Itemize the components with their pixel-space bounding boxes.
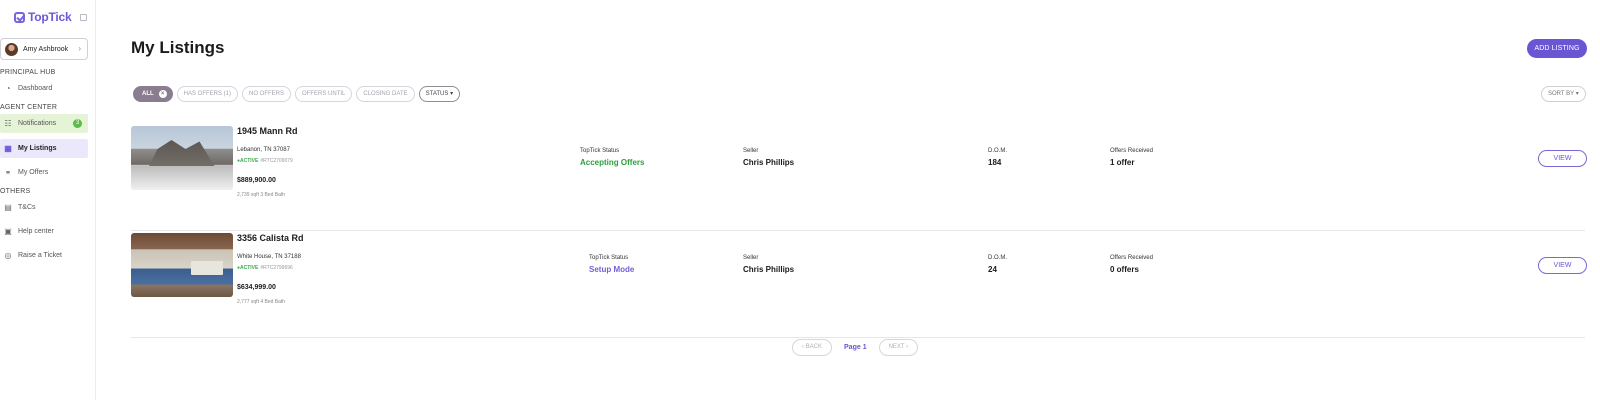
- seller-label: Seller: [743, 255, 759, 261]
- notification-count-badge: 3: [73, 119, 82, 128]
- active-status-tag: ●ACTIVE: [237, 158, 259, 164]
- row-divider: [131, 337, 1585, 338]
- sidebar-item-label: My Offers: [18, 169, 49, 176]
- listing-specs: 2,777 sqft 4 Bed Bath: [237, 299, 286, 305]
- sidebar-item-raise-ticket[interactable]: ◎ Raise a Ticket: [0, 246, 88, 265]
- sidebar-item-label: Raise a Ticket: [18, 252, 62, 259]
- dom-value: 24: [988, 265, 997, 274]
- sidebar-item-label: T&Cs: [18, 204, 36, 211]
- filter-status-dropdown[interactable]: STATUS ▾: [418, 86, 461, 102]
- listing-city: Lebanon, TN 37087: [237, 147, 290, 153]
- listing-address: 3356 Calista Rd: [237, 233, 304, 243]
- filter-chip-closing-date[interactable]: CLOSING DATE: [356, 86, 415, 102]
- offers-icon: ⚭: [4, 167, 12, 177]
- toptick-status: Accepting Offers: [580, 158, 645, 167]
- collapse-sidebar-icon[interactable]: [80, 14, 87, 21]
- sidebar-item-label: Dashboard: [18, 85, 53, 92]
- chevron-down-icon: ▾: [450, 91, 454, 97]
- listing-photo[interactable]: [131, 126, 233, 190]
- sidebar-item-label: Notifications: [18, 120, 57, 127]
- listing-price: $634,999.00: [237, 284, 276, 291]
- pagination: ‹ BACK Page 1 NEXT ›: [792, 339, 919, 356]
- user-switcher[interactable]: Amy Ashbrook ›: [0, 38, 88, 60]
- document-icon: ▤: [4, 202, 12, 212]
- listing-row: 3356 Calista Rd White House, TN 37188 ●A…: [131, 231, 1587, 338]
- filter-chip-all[interactable]: ALL ×: [133, 86, 173, 102]
- listing-price: $889,900.00: [237, 177, 276, 184]
- dom-label: D.O.M.: [988, 255, 1007, 261]
- filter-chip-offers-until[interactable]: OFFERS UNTIL: [295, 86, 353, 102]
- sidebar-item-dashboard[interactable]: ◔ Dashboard: [0, 79, 88, 98]
- sidebar-item-my-listings[interactable]: ▦ My Listings: [0, 139, 88, 158]
- sidebar-item-help-center[interactable]: ▣ Help center: [0, 222, 88, 241]
- notifications-icon: ☷: [4, 118, 12, 128]
- listings-icon: ▦: [4, 143, 12, 153]
- filter-chip-label: STATUS: [425, 91, 449, 97]
- seller-name: Chris Phillips: [743, 265, 795, 274]
- sidebar-item-my-offers[interactable]: ⚭ My Offers: [0, 163, 88, 182]
- dom-value: 184: [988, 158, 1002, 167]
- chevron-right-icon: ›: [78, 44, 81, 53]
- sort-by-label: SORT BY: [1548, 91, 1575, 97]
- add-listing-button[interactable]: ADD LISTING: [1527, 39, 1587, 58]
- next-button[interactable]: NEXT ›: [878, 339, 919, 356]
- filter-chip-no-offers[interactable]: NO OFFERS: [242, 86, 292, 102]
- sidebar-item-label: Help center: [18, 228, 54, 235]
- ticket-icon: ◎: [4, 250, 12, 260]
- chevron-down-icon: ▾: [1575, 91, 1579, 97]
- offers-received-label: Offers Received: [1110, 148, 1153, 154]
- listing-row: 1945 Mann Rd Lebanon, TN 37087 ●ACTIVE #R…: [131, 124, 1587, 231]
- help-icon: ▣: [4, 226, 12, 236]
- offers-received-label: Offers Received: [1110, 255, 1153, 261]
- page-title: My Listings: [131, 38, 225, 57]
- sidebar-item-notifications[interactable]: ☷ Notifications 3: [0, 114, 88, 133]
- mls-number: #RTC2709079: [260, 158, 293, 164]
- filter-chip-label: ALL: [142, 91, 154, 97]
- sidebar-item-label: My Listings: [18, 145, 57, 152]
- listing-specs: 2,739 sqft 3 Bed Bath: [237, 192, 286, 198]
- sidebar-item-tcs[interactable]: ▤ T&Cs: [0, 198, 88, 217]
- sidebar: TopTick Amy Ashbrook › PRINCIPAL HUB ◔ D…: [0, 0, 96, 400]
- filter-bar: ALL × HAS OFFERS (1) NO OFFERS OFFERS UN…: [133, 86, 461, 102]
- close-icon[interactable]: ×: [158, 90, 167, 98]
- dashboard-icon: ◔: [5, 83, 11, 93]
- user-name: Amy Ashbrook: [23, 45, 69, 53]
- toptick-status-label: TopTick Status: [580, 148, 620, 154]
- section-principal-hub: PRINCIPAL HUB: [0, 69, 56, 76]
- offers-received-value: 1 offer: [1110, 158, 1135, 167]
- seller-name: Chris Phillips: [743, 158, 795, 167]
- listing-mls: ●ACTIVE #RTC2799696: [237, 265, 293, 271]
- listing-mls: ●ACTIVE #RTC2709079: [237, 158, 293, 164]
- seller-label: Seller: [743, 148, 759, 154]
- brand-name: TopTick: [28, 10, 72, 24]
- toptick-status-label: TopTick Status: [589, 255, 629, 261]
- offers-received-value: 0 offers: [1110, 265, 1139, 274]
- brand-logo[interactable]: TopTick: [14, 10, 72, 24]
- filter-chip-has-offers[interactable]: HAS OFFERS (1): [176, 86, 239, 102]
- dom-label: D.O.M.: [988, 148, 1007, 154]
- sort-by-dropdown[interactable]: SORT BY ▾: [1541, 86, 1586, 102]
- view-listing-button[interactable]: VIEW: [1538, 150, 1587, 167]
- listing-address: 1945 Mann Rd: [237, 126, 298, 136]
- listing-photo[interactable]: [131, 233, 233, 297]
- toptick-status: Setup Mode: [589, 265, 635, 274]
- back-button[interactable]: ‹ BACK: [792, 339, 833, 356]
- active-status-tag: ●ACTIVE: [237, 265, 259, 271]
- listing-city: White House, TN 37188: [237, 254, 301, 260]
- avatar: [5, 42, 18, 56]
- section-others: OTHERS: [0, 188, 31, 195]
- toptick-logo-icon: [14, 11, 25, 23]
- view-listing-button[interactable]: VIEW: [1538, 257, 1587, 274]
- section-agent-center: AGENT CENTER: [0, 104, 58, 111]
- page-indicator: Page 1: [844, 344, 867, 351]
- mls-number: #RTC2799696: [260, 265, 293, 271]
